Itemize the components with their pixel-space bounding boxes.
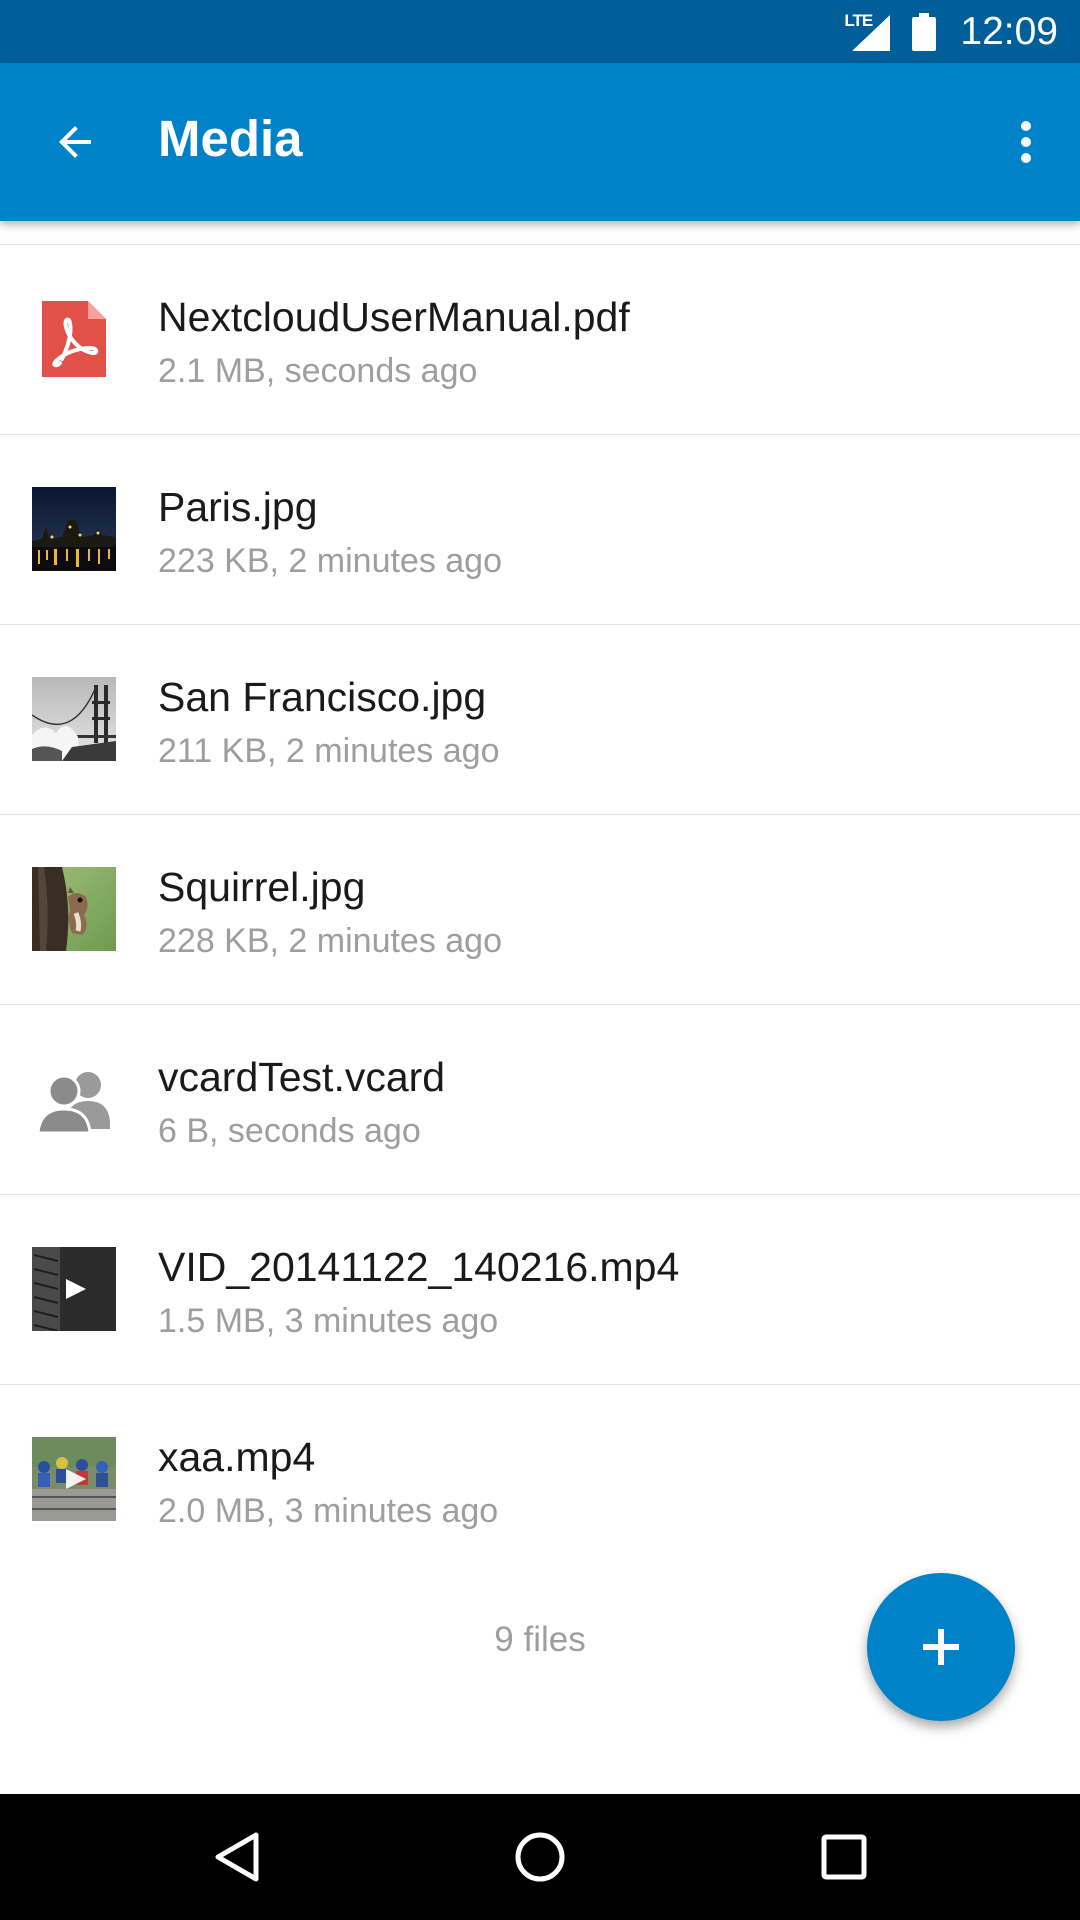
plus-icon xyxy=(923,1629,959,1665)
file-row[interactable]: vcardTest.vcard 6 B, seconds ago xyxy=(0,1005,1080,1195)
back-button[interactable] xyxy=(30,97,120,187)
file-row[interactable]: San Francisco.jpg 211 KB, 2 minutes ago xyxy=(0,625,1080,815)
add-fab-button[interactable] xyxy=(867,1573,1015,1721)
arrow-back-icon xyxy=(59,126,91,158)
nav-back-icon xyxy=(215,1832,259,1882)
file-meta: 6 B, seconds ago xyxy=(158,1112,421,1150)
file-name: San Francisco.jpg xyxy=(158,674,487,720)
file-row[interactable]: Paris.jpg 223 KB, 2 minutes ago xyxy=(0,435,1080,625)
video-thumbnail xyxy=(32,1247,116,1331)
file-row[interactable]: VID_20141122_140216.mp4 1.5 MB, 3 minute… xyxy=(0,1195,1080,1385)
file-meta: 2.1 MB, seconds ago xyxy=(158,352,478,390)
file-row[interactable]: xaa.mp4 2.0 MB, 3 minutes ago xyxy=(0,1385,1080,1574)
file-meta: 223 KB, 2 minutes ago xyxy=(158,542,503,580)
status-time: 12:09 xyxy=(960,9,1058,53)
file-name: Squirrel.jpg xyxy=(158,864,366,910)
contacts-icon xyxy=(32,1057,116,1141)
nav-recents-icon xyxy=(821,1834,867,1880)
file-name: Paris.jpg xyxy=(158,484,318,530)
screen: LTE 12:09 Media NextcloudUserManual.pdf … xyxy=(0,0,1080,1920)
battery-icon xyxy=(912,12,937,51)
lte-signal-icon: LTE xyxy=(844,11,892,53)
more-vert-icon xyxy=(1021,121,1031,163)
navigation-bar xyxy=(0,1794,1080,1920)
file-list: NextcloudUserManual.pdf 2.1 MB, seconds … xyxy=(0,221,1080,1574)
file-meta: 1.5 MB, 3 minutes ago xyxy=(158,1302,499,1340)
file-name: xaa.mp4 xyxy=(158,1434,316,1480)
file-name: NextcloudUserManual.pdf xyxy=(158,294,630,340)
image-thumbnail xyxy=(32,487,116,571)
app-bar: Media xyxy=(0,63,1080,221)
file-row[interactable]: Squirrel.jpg 228 KB, 2 minutes ago xyxy=(0,815,1080,1005)
status-bar: LTE 12:09 xyxy=(0,0,1080,63)
nav-back-button[interactable] xyxy=(191,1812,281,1902)
overflow-menu-button[interactable] xyxy=(986,97,1066,187)
status-icons: LTE 12:09 xyxy=(844,0,1058,63)
nav-recents-button[interactable] xyxy=(799,1812,889,1902)
file-name: VID_20141122_140216.mp4 xyxy=(158,1244,680,1290)
image-thumbnail xyxy=(32,867,116,951)
image-thumbnail xyxy=(32,677,116,761)
file-row[interactable]: NextcloudUserManual.pdf 2.1 MB, seconds … xyxy=(0,245,1080,435)
pdf-icon xyxy=(32,297,116,381)
network-type-label: LTE xyxy=(844,10,873,30)
nav-home-icon xyxy=(515,1832,565,1882)
page-title: Media xyxy=(158,110,303,167)
video-thumbnail xyxy=(32,1437,116,1521)
nav-home-button[interactable] xyxy=(495,1812,585,1902)
file-meta: 228 KB, 2 minutes ago xyxy=(158,922,503,960)
file-name: vcardTest.vcard xyxy=(158,1054,446,1100)
file-meta: 211 KB, 2 minutes ago xyxy=(158,732,500,770)
file-meta: 2.0 MB, 3 minutes ago xyxy=(158,1492,499,1530)
